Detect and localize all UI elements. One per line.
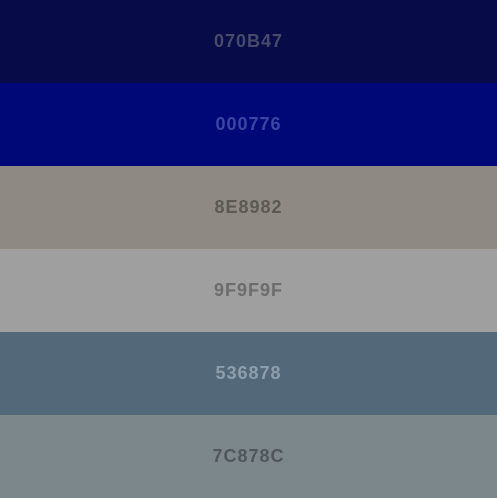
swatch-hex-label: 070B47 [213, 31, 284, 51]
color-swatch[interactable]: 000776 [0, 83, 497, 166]
swatch-hex-label: 536878 [215, 363, 282, 383]
color-swatch[interactable]: 7C878C [0, 415, 497, 498]
color-swatch[interactable]: 9F9F9F [0, 249, 497, 332]
swatch-hex-label: 8E8982 [214, 197, 283, 217]
color-swatch[interactable]: 536878 [0, 332, 497, 415]
color-swatch[interactable]: 8E8982 [0, 166, 497, 249]
swatch-hex-label: 000776 [215, 114, 282, 134]
swatch-hex-label: 9F9F9F [213, 280, 284, 300]
color-palette: 070B47 000776 8E8982 9F9F9F 536878 7C878… [0, 0, 497, 498]
swatch-hex-label: 7C878C [212, 446, 285, 466]
color-swatch[interactable]: 070B47 [0, 0, 497, 83]
